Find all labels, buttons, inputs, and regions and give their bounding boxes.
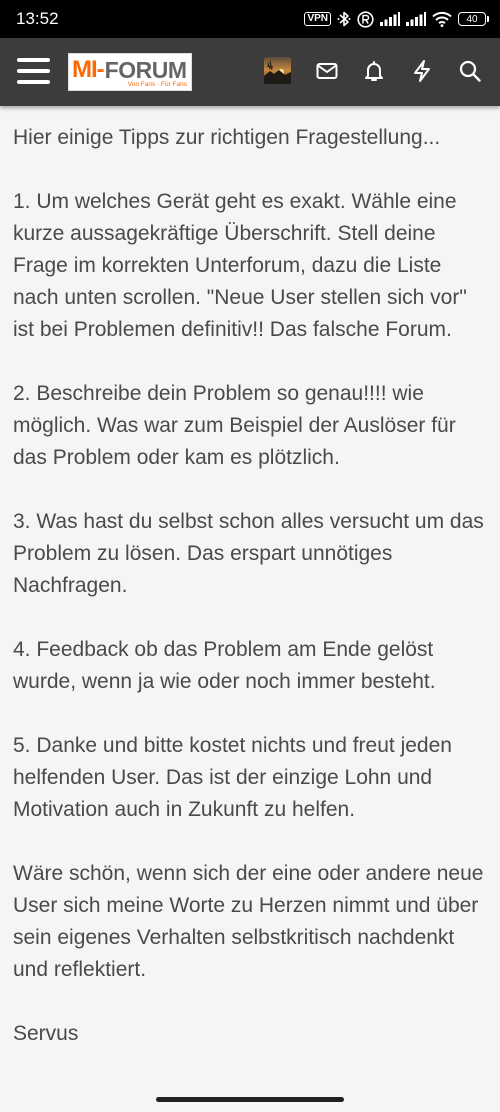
logo-dash: - xyxy=(96,56,105,83)
status-icons: VPN 40 xyxy=(304,8,489,30)
bolt-icon[interactable] xyxy=(410,59,434,83)
logo-mi: MI xyxy=(72,56,98,83)
status-time: 13:52 xyxy=(16,9,59,28)
registered-icon xyxy=(357,10,374,28)
signal-icon xyxy=(380,12,400,26)
logo-tagline: Von Fans · Für Fans xyxy=(127,81,187,88)
post-paragraph-tip-2: 2. Beschreibe dein Problem so genau!!!! … xyxy=(13,382,456,469)
vpn-icon: VPN xyxy=(304,12,331,26)
gesture-bar[interactable] xyxy=(156,1097,344,1102)
bluetooth-icon xyxy=(337,11,351,27)
post-paragraph-tip-3: 3. Was hast du selbst schon alles versuc… xyxy=(13,510,484,597)
battery-icon: 40 xyxy=(458,12,489,26)
post-paragraph-closing: Wäre schön, wenn sich der eine oder ande… xyxy=(13,862,484,981)
status-bar: 13:52 VPN 40 xyxy=(0,0,500,38)
search-icon[interactable] xyxy=(458,59,482,83)
post-paragraph-intro: Hier einige Tipps zur richtigen Frageste… xyxy=(13,126,441,149)
bell-icon[interactable] xyxy=(362,59,386,83)
menu-icon[interactable] xyxy=(17,56,51,86)
post-paragraph-signoff: Servus xyxy=(13,1022,79,1045)
avatar[interactable] xyxy=(264,57,291,84)
mail-icon[interactable] xyxy=(315,59,339,83)
site-logo[interactable]: MI - FORUM Von Fans · Für Fans xyxy=(68,53,192,91)
logo-wordmark: MI - FORUM xyxy=(72,56,187,82)
post-paragraph-tip-4: 4. Feedback ob das Problem am Ende gelös… xyxy=(13,638,436,693)
post-content: Hier einige Tipps zur richtigen Frageste… xyxy=(13,122,491,1082)
logo-forum: FORUM xyxy=(104,57,187,83)
wifi-icon xyxy=(432,11,452,27)
post-paragraph-tip-5: 5. Danke und bitte kostet nichts und fre… xyxy=(13,734,452,821)
signal-icon xyxy=(406,12,426,26)
post-paragraph-tip-1: 1. Um welches Gerät geht es exakt. Wähle… xyxy=(13,190,467,341)
